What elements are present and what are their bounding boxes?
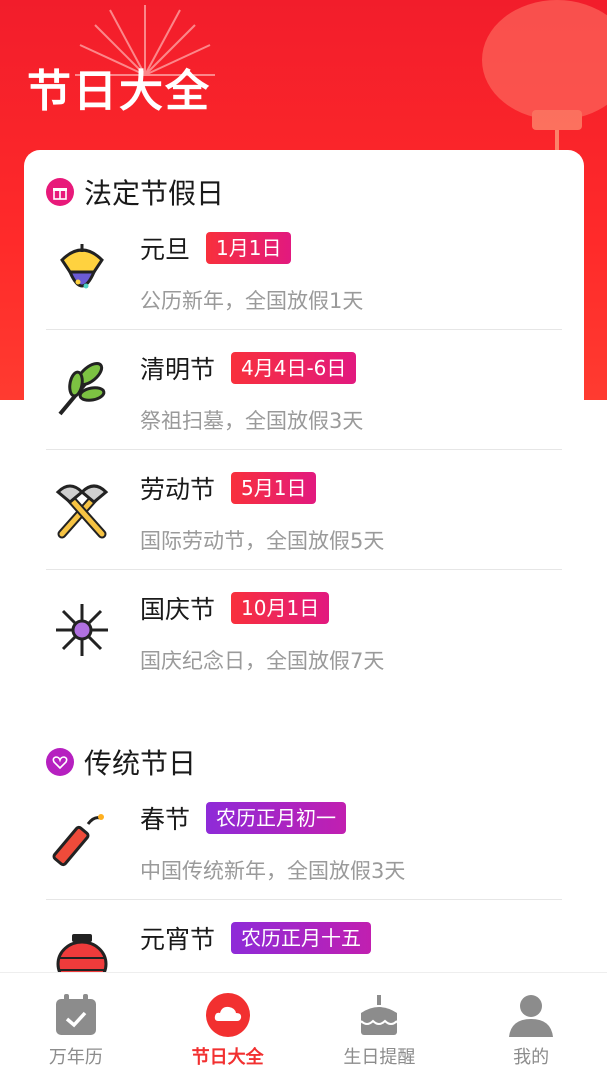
cloud-icon — [205, 993, 250, 1037]
holiday-desc: 国际劳动节，全国放假5天 — [140, 529, 385, 553]
holiday-desc: 国庆纪念日，全国放假7天 — [140, 649, 385, 673]
date-badge: 5月1日 — [231, 472, 317, 504]
gift-icon — [46, 178, 74, 206]
cake-icon — [360, 995, 399, 1035]
holiday-row-qingming[interactable]: 清明节 4月4日-6日 祭祖扫墓，全国放假3天 — [46, 330, 562, 450]
heart-icon — [46, 748, 74, 776]
lantern-decoration — [482, 0, 607, 160]
holiday-desc: 中国传统新年，全国放假3天 — [140, 859, 406, 883]
user-icon — [509, 995, 554, 1037]
tab-profile[interactable]: 我的 — [455, 973, 607, 1081]
calendar-icon — [55, 994, 96, 1035]
firework-icon — [56, 604, 108, 656]
date-badge: 10月1日 — [231, 592, 330, 624]
holiday-row-labor-day[interactable]: 劳动节 5月1日 国际劳动节，全国放假5天 — [46, 450, 562, 570]
section-title-statutory: 法定节假日 — [46, 172, 224, 212]
holiday-desc: 祭祖扫墓，全国放假3天 — [140, 409, 364, 433]
tab-birthday-reminder[interactable]: 生日提醒 — [304, 973, 456, 1081]
date-badge: 农历正月初一 — [206, 802, 347, 834]
holiday-desc: 公历新年，全国放假1天 — [140, 289, 364, 313]
date-badge: 4月4日-6日 — [231, 352, 357, 384]
section-title-traditional: 传统节日 — [46, 742, 196, 782]
holiday-row-national-day[interactable]: 国庆节 10月1日 国庆纪念日，全国放假7天 — [46, 570, 562, 690]
holiday-name: 春节 农历正月初一 — [140, 800, 347, 836]
bottom-tab-bar: 万年历 节日大全 生日提醒 我的 — [0, 972, 607, 1081]
leaf-branch-icon — [58, 362, 106, 416]
crossed-tools-icon — [55, 484, 109, 539]
holiday-name: 元宵节 农历正月十五 — [140, 920, 372, 956]
date-badge: 1月1日 — [206, 232, 292, 264]
party-popper-icon — [60, 244, 104, 289]
holiday-row-spring-festival[interactable]: 春节 农历正月初一 中国传统新年，全国放假3天 — [46, 780, 562, 900]
page-title: 节日大全 — [27, 66, 211, 117]
holiday-list-card: 法定节假日 元旦 1月1日 公历新年，全国放假1天 清明节 4月4日-6日 祭祖… — [24, 150, 584, 988]
holiday-name: 清明节 4月4日-6日 — [140, 350, 357, 386]
date-badge: 农历正月十五 — [231, 922, 372, 954]
tab-holidays[interactable]: 节日大全 — [152, 973, 304, 1081]
holiday-name: 元旦 1月1日 — [140, 230, 292, 266]
holiday-name: 国庆节 10月1日 — [140, 590, 330, 626]
holiday-name: 劳动节 5月1日 — [140, 470, 317, 506]
tab-calendar[interactable]: 万年历 — [0, 973, 152, 1081]
firecracker-icon — [52, 814, 104, 867]
holiday-row-new-year[interactable]: 元旦 1月1日 公历新年，全国放假1天 — [46, 210, 562, 330]
